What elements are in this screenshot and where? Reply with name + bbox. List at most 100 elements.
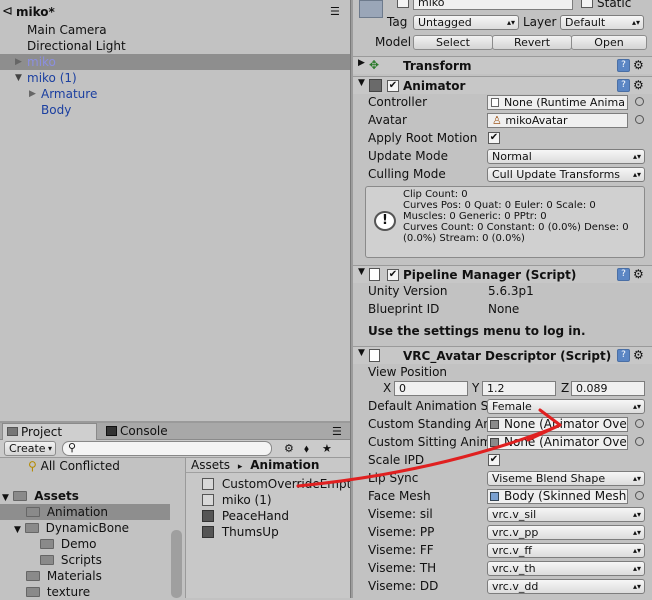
favorite-star-icon[interactable]: ★ xyxy=(322,442,332,455)
tree-item-animation[interactable]: Animation xyxy=(0,504,170,520)
z-label: Z xyxy=(561,381,570,395)
model-open-button[interactable]: Open xyxy=(571,35,647,50)
layer-dropdown[interactable]: Default ▴▾ xyxy=(560,15,644,30)
tree-item-dynamicbone[interactable]: ▼ DynamicBone xyxy=(14,520,129,536)
breadcrumb-current[interactable]: Animation xyxy=(250,458,319,472)
pipeline-manager-header[interactable]: ▼ ✔ Pipeline Manager (Script) ? ⚙ xyxy=(353,265,652,283)
pipeline-enabled-checkbox[interactable]: ✔ xyxy=(387,269,399,281)
collapse-arrow-icon[interactable]: ▼ xyxy=(358,348,365,358)
default-animation-set-value: Female xyxy=(492,400,532,413)
gear-icon[interactable]: ⚙ xyxy=(633,348,644,362)
controller-field[interactable]: None (Runtime Anima xyxy=(487,95,628,110)
transform-icon: ✥ xyxy=(369,58,380,72)
lip-sync-dropdown[interactable]: Viseme Blend Shape ▴▾ xyxy=(487,471,645,486)
face-mesh-label: Face Mesh xyxy=(368,489,431,503)
animator-controller-icon xyxy=(202,494,214,506)
update-mode-dropdown[interactable]: Normal ▴▾ xyxy=(487,149,645,164)
expand-arrow-icon[interactable]: ▶ xyxy=(29,86,36,102)
hierarchy-item-armature[interactable]: ▶ Armature xyxy=(0,86,350,102)
model-revert-button[interactable]: Revert xyxy=(492,35,572,50)
help-book-icon[interactable]: ? xyxy=(617,79,630,92)
vrc-avatar-descriptor-header[interactable]: ▼ VRC_Avatar Descriptor (Script) ? ⚙ xyxy=(353,346,652,364)
options-menu-icon[interactable]: ☰ xyxy=(330,5,340,18)
tree-item-scripts[interactable]: Scripts xyxy=(40,552,102,568)
object-picker-icon[interactable] xyxy=(635,491,644,500)
tab-console[interactable]: Console xyxy=(102,423,192,440)
unity-version-label: Unity Version xyxy=(368,284,448,298)
animator-enabled-checkbox[interactable]: ✔ xyxy=(387,80,399,92)
collapse-arrow-icon[interactable]: ▼ xyxy=(15,70,22,86)
scale-ipd-checkbox[interactable]: ✔ xyxy=(488,454,500,466)
viseme-pp-dropdown[interactable]: vrc.v_pp ▴▾ xyxy=(487,525,645,540)
hierarchy-item-body[interactable]: Body xyxy=(0,102,350,118)
file-item-label: PeaceHand xyxy=(221,509,289,523)
view-position-x[interactable]: 0 xyxy=(394,381,468,396)
file-item-label: miko (1) xyxy=(221,493,272,507)
face-mesh-field[interactable]: Body (Skinned Mesh R xyxy=(487,489,628,504)
help-book-icon[interactable]: ? xyxy=(617,268,630,281)
file-item-customoverrideempty[interactable]: CustomOverrideEmpty xyxy=(202,476,358,492)
model-select-button[interactable]: Select xyxy=(413,35,493,50)
tree-scrollbar[interactable] xyxy=(171,530,182,598)
object-name-field[interactable]: miko xyxy=(413,0,573,10)
breadcrumb-root[interactable]: Assets xyxy=(191,458,230,472)
hierarchy-item-directional-light[interactable]: Directional Light xyxy=(0,38,350,54)
tree-item-label: Scripts xyxy=(60,553,102,567)
file-item-peacehand[interactable]: PeaceHand xyxy=(202,508,289,524)
collapse-arrow-icon[interactable]: ▼ xyxy=(358,78,365,88)
gear-icon[interactable]: ⚙ xyxy=(633,58,644,72)
folder-icon xyxy=(13,491,28,501)
hierarchy-item-main-camera[interactable]: Main Camera xyxy=(0,22,350,38)
viseme-ff-dropdown[interactable]: vrc.v_ff ▴▾ xyxy=(487,543,645,558)
transform-component-header[interactable]: ▶ ✥ Transform ? ⚙ xyxy=(353,56,652,74)
tree-item-assets[interactable]: ▼ Assets xyxy=(2,488,79,504)
expand-arrow-icon[interactable]: ▶ xyxy=(358,58,365,68)
viseme-dd-dropdown[interactable]: vrc.v_dd ▴▾ xyxy=(487,579,645,594)
help-book-icon[interactable]: ? xyxy=(617,59,630,72)
create-button[interactable]: Create ▾ xyxy=(4,441,56,456)
apply-root-motion-checkbox[interactable]: ✔ xyxy=(488,132,500,144)
expand-arrow-icon[interactable]: ▶ xyxy=(15,54,22,70)
hierarchy-item-miko-1[interactable]: ▼ miko (1) xyxy=(0,70,350,86)
view-position-z[interactable]: 0.089 xyxy=(571,381,645,396)
gear-icon[interactable]: ⚙ xyxy=(633,267,644,281)
view-position-y[interactable]: 1.2 xyxy=(482,381,556,396)
tree-item-demo[interactable]: Demo xyxy=(40,536,96,552)
tree-item-label: All Conflicted xyxy=(40,459,120,473)
static-checkbox[interactable] xyxy=(581,0,593,8)
viseme-th-dropdown[interactable]: vrc.v_th ▴▾ xyxy=(487,561,645,576)
tab-project[interactable]: Project xyxy=(2,423,97,440)
culling-mode-dropdown[interactable]: Cull Update Transforms ▴▾ xyxy=(487,167,645,182)
project-folder-tree: ⚲ All Conflicted ▼ Assets Animation ▼ Dy… xyxy=(0,458,184,599)
tag-label: Tag xyxy=(387,15,408,29)
file-item-thumsup[interactable]: ThumsUp xyxy=(202,524,279,540)
scene-name[interactable]: miko* xyxy=(16,5,55,19)
collapse-arrow-icon[interactable]: ▼ xyxy=(2,493,9,503)
object-picker-icon[interactable] xyxy=(635,437,644,446)
gear-icon[interactable]: ⚙ xyxy=(633,78,644,92)
help-book-icon[interactable]: ? xyxy=(617,349,630,362)
search-input[interactable]: ⚲ xyxy=(62,441,272,456)
tree-item-materials[interactable]: Materials xyxy=(26,568,102,584)
active-checkbox[interactable] xyxy=(397,0,409,8)
avatar-field[interactable]: ♙ mikoAvatar xyxy=(487,113,628,128)
custom-standing-anims-field[interactable]: None (Animator Overri xyxy=(487,417,628,432)
tag-dropdown[interactable]: Untagged ▴▾ xyxy=(413,15,519,30)
hierarchy-item-miko[interactable]: ▶ miko xyxy=(0,54,350,70)
filter-label-icon[interactable]: ⬧ xyxy=(304,442,309,456)
tree-item-all-conflicted[interactable]: ⚲ All Conflicted xyxy=(28,458,120,474)
object-picker-icon[interactable] xyxy=(635,115,644,124)
default-animation-set-dropdown[interactable]: Female ▴▾ xyxy=(487,399,645,414)
object-picker-icon[interactable] xyxy=(635,419,644,428)
collapse-arrow-icon[interactable]: ▼ xyxy=(358,267,365,277)
filter-type-icon[interactable]: ⚙ xyxy=(284,442,294,455)
custom-sitting-anims-field[interactable]: None (Animator Overri xyxy=(487,435,628,450)
hierarchy-panel: ⊲ miko* ☰ Main Camera Directional Light … xyxy=(0,0,350,422)
viseme-sil-dropdown[interactable]: vrc.v_sil ▴▾ xyxy=(487,507,645,522)
animator-component-header[interactable]: ▼ ✔ Animator ? ⚙ xyxy=(353,76,652,94)
collapse-arrow-icon[interactable]: ▼ xyxy=(14,525,21,535)
panel-menu-icon[interactable]: ☰ xyxy=(332,425,342,438)
custom-sitting-anims-value: None (Animator Overri xyxy=(504,435,628,449)
object-picker-icon[interactable] xyxy=(635,97,644,106)
file-item-miko-1[interactable]: miko (1) xyxy=(202,492,272,508)
